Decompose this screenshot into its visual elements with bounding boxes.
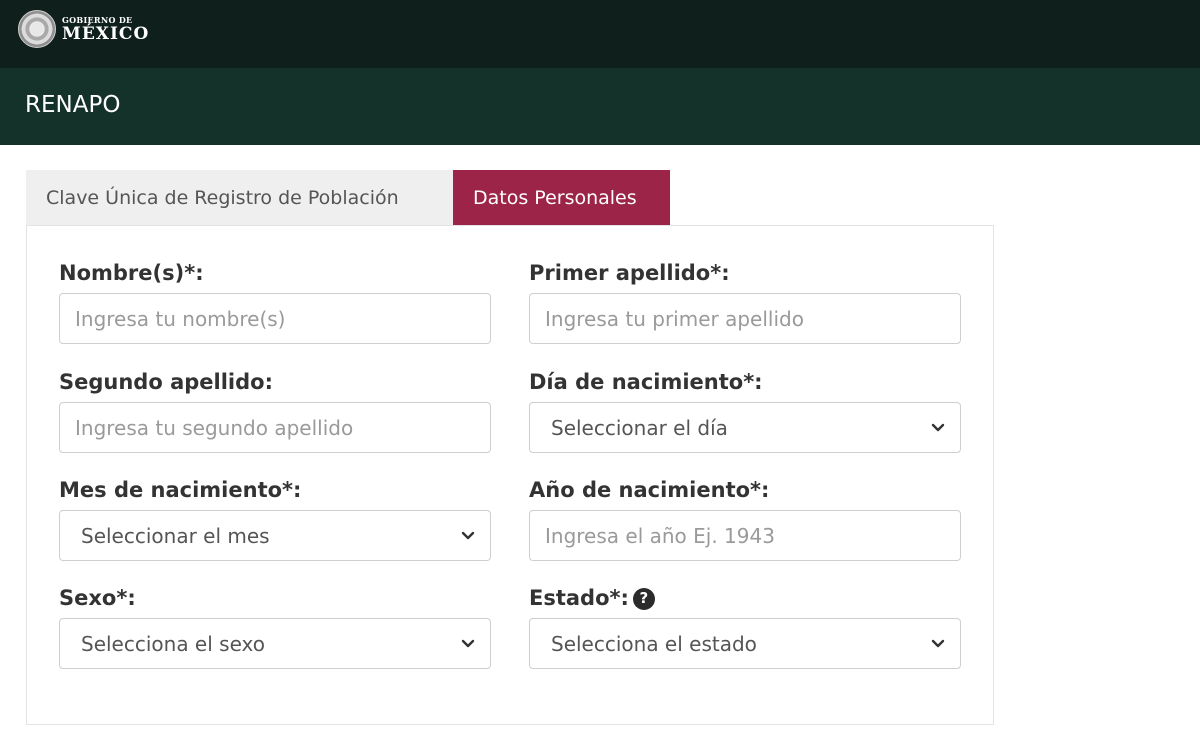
segundo-apellido-control xyxy=(59,402,491,453)
question-circle-icon[interactable]: ? xyxy=(632,587,655,610)
logo-small-text: GOBIERNO DE xyxy=(62,14,133,25)
app-header: RENAPO xyxy=(0,68,1200,145)
chevron-down-icon xyxy=(926,416,950,440)
field-sexo: Sexo*: Selecciona el sexo xyxy=(59,583,491,669)
anio-nacimiento-control xyxy=(529,510,961,561)
field-dia-nacimiento: Día de nacimiento*: Seleccionar el día xyxy=(529,367,961,453)
form-panel: Nombre(s)*: Primer apellido*: Segundo ap… xyxy=(26,225,994,725)
gov-top-bar: GOBIERNO DE MÉXICO xyxy=(0,0,1200,68)
anio-nacimiento-input[interactable] xyxy=(530,511,960,560)
segundo-apellido-label: Segundo apellido: xyxy=(59,370,273,394)
nombre-input[interactable] xyxy=(60,294,490,343)
mes-nacimiento-label: Mes de nacimiento*: xyxy=(59,478,302,502)
primer-apellido-input[interactable] xyxy=(530,294,960,343)
chevron-down-icon xyxy=(456,632,480,656)
logo-big-text: MÉXICO xyxy=(62,23,150,44)
dia-nacimiento-label: Día de nacimiento*: xyxy=(529,370,763,394)
tab-bar: Clave Única de Registro de Población Dat… xyxy=(26,170,670,226)
sexo-value: Selecciona el sexo xyxy=(81,631,265,656)
sexo-select[interactable]: Selecciona el sexo xyxy=(59,618,491,669)
nombre-label: Nombre(s)*: xyxy=(59,261,204,285)
dia-nacimiento-select[interactable]: Seleccionar el día xyxy=(529,402,961,453)
primer-apellido-control xyxy=(529,293,961,344)
field-primer-apellido: Primer apellido*: xyxy=(529,258,961,344)
app-title: RENAPO xyxy=(25,92,121,118)
chevron-down-icon xyxy=(456,524,480,548)
dia-nacimiento-value: Seleccionar el día xyxy=(551,415,728,440)
chevron-down-icon xyxy=(926,632,950,656)
national-seal-icon xyxy=(18,10,56,48)
primer-apellido-label: Primer apellido*: xyxy=(529,261,730,285)
segundo-apellido-input[interactable] xyxy=(60,403,490,452)
field-nombre: Nombre(s)*: xyxy=(59,258,491,344)
field-anio-nacimiento: Año de nacimiento*: xyxy=(529,475,961,561)
estado-label-row: Estado*:? xyxy=(529,583,961,613)
mes-nacimiento-select[interactable]: Seleccionar el mes xyxy=(59,510,491,561)
logo-text: GOBIERNO DE MÉXICO xyxy=(62,16,149,43)
field-estado: Estado*:? Selecciona el estado xyxy=(529,583,961,669)
estado-value: Selecciona el estado xyxy=(551,631,757,656)
mes-nacimiento-value: Seleccionar el mes xyxy=(81,523,270,548)
estado-select[interactable]: Selecciona el estado xyxy=(529,618,961,669)
gobierno-mexico-logo[interactable]: GOBIERNO DE MÉXICO xyxy=(18,10,149,48)
field-mes-nacimiento: Mes de nacimiento*: Seleccionar el mes xyxy=(59,475,491,561)
nombre-control xyxy=(59,293,491,344)
tab-datos-personales[interactable]: Datos Personales xyxy=(453,170,670,226)
field-segundo-apellido: Segundo apellido: xyxy=(59,367,491,453)
anio-nacimiento-label: Año de nacimiento*: xyxy=(529,478,770,502)
sexo-label: Sexo*: xyxy=(59,586,136,610)
tab-curp[interactable]: Clave Única de Registro de Población xyxy=(26,170,453,226)
estado-label: Estado*: xyxy=(529,586,629,610)
